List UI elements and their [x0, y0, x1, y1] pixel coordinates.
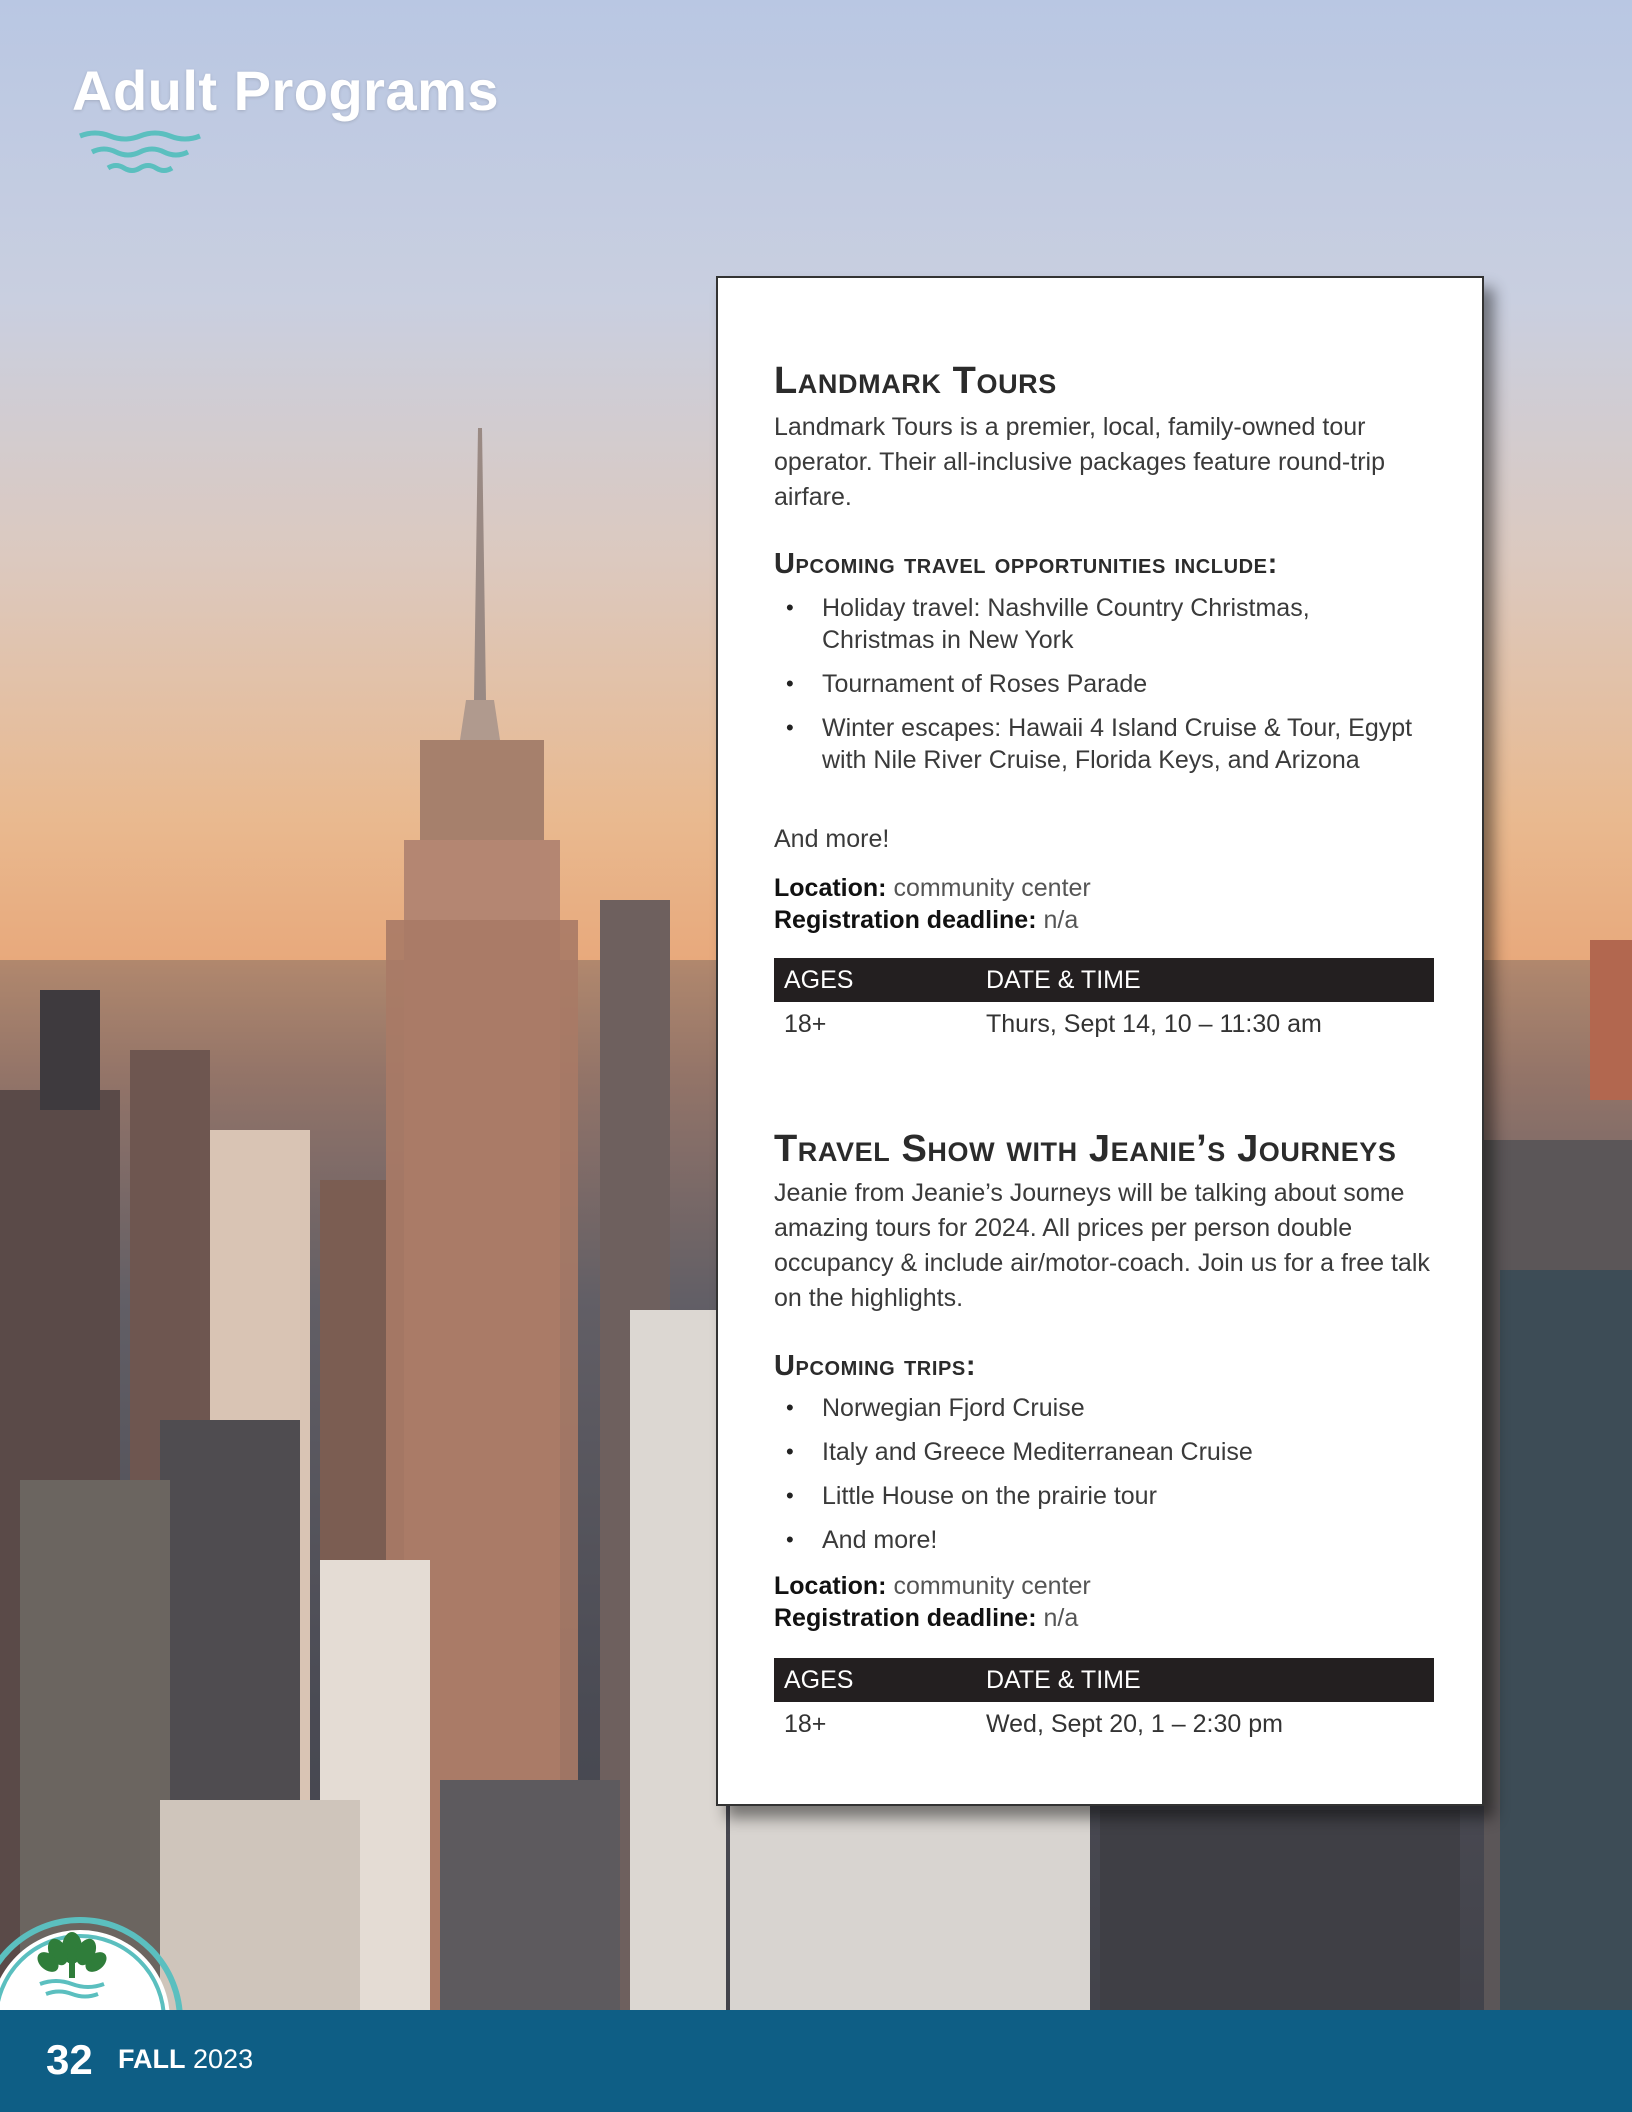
and-more-text: And more! — [774, 825, 890, 853]
list-item: • Tournament of Roses Parade — [786, 670, 1148, 698]
deadline-line: Registration deadline: n/a — [774, 906, 1079, 934]
list-item: • Little House on the prairie tour — [786, 1482, 1157, 1510]
column-header-date-time: DATE & TIME — [986, 966, 1141, 994]
section-description: Jeanie from Jeanie’s Journeys will be ta… — [774, 1179, 1430, 1312]
schedule-table: AGES DATE & TIME 18+ Thurs, Sept 14, 10 … — [774, 958, 1434, 1052]
column-header-date-time: DATE & TIME — [986, 1666, 1141, 1694]
section-title-landmark-tours: Landmark Tours — [774, 360, 1057, 402]
list-item: • Italy and Greece Mediterranean Cruise — [786, 1438, 1253, 1466]
list-item: • Winter escapes: Hawaii 4 Island Cruise … — [786, 714, 1413, 774]
trip-list: • Holiday travel: Nashville Country Chris… — [774, 592, 1414, 776]
table-header: AGES DATE & TIME — [774, 958, 1434, 1002]
location-line: Location: community center — [774, 1572, 1091, 1600]
list-item: • And more! — [786, 1526, 938, 1554]
ages-cell: 18+ — [784, 1710, 827, 1738]
column-header-ages: AGES — [784, 966, 854, 994]
list-heading: Upcoming trips: — [774, 1350, 977, 1382]
deadline-line: Registration deadline: n/a — [774, 1604, 1079, 1632]
list-item: • Norwegian Fjord Cruise — [786, 1394, 1085, 1422]
table-row: 18+ Wed, Sept 20, 1 – 2:30 pm — [774, 1702, 1434, 1752]
trip-list: • Norwegian Fjord Cruise • Italy and Greec… — [774, 1392, 1414, 1556]
column-header-ages: AGES — [784, 1666, 854, 1694]
season-label: FALL 2023 — [118, 2044, 254, 2074]
ages-cell: 18+ — [784, 1010, 827, 1038]
datetime-cell: Thurs, Sept 14, 10 – 11:30 am — [986, 1010, 1322, 1038]
list-item: • Holiday travel: Nashville Country Chris… — [786, 594, 1310, 654]
page-number: 32 — [46, 2036, 93, 2083]
datetime-cell: Wed, Sept 20, 1 – 2:30 pm — [986, 1710, 1283, 1738]
tree-logo-icon — [0, 1917, 183, 2020]
wave-lines-icon — [79, 130, 201, 173]
page-title: Adult Programs — [72, 59, 500, 122]
table-row: 18+ Thurs, Sept 14, 10 – 11:30 am — [774, 1002, 1434, 1052]
section-description: Landmark Tours is a premier, local, fami… — [774, 413, 1385, 511]
section-title-travel-show: Travel Show with Jeanie’s Journeys — [774, 1128, 1397, 1170]
list-heading: Upcoming travel opportunities include: — [774, 548, 1278, 580]
table-header: AGES DATE & TIME — [774, 1658, 1434, 1702]
schedule-table: AGES DATE & TIME 18+ Wed, Sept 20, 1 – 2… — [774, 1658, 1434, 1752]
program-card: Landmark Tours Landmark Tours is a premi… — [716, 276, 1484, 1806]
location-line: Location: community center — [774, 874, 1091, 902]
